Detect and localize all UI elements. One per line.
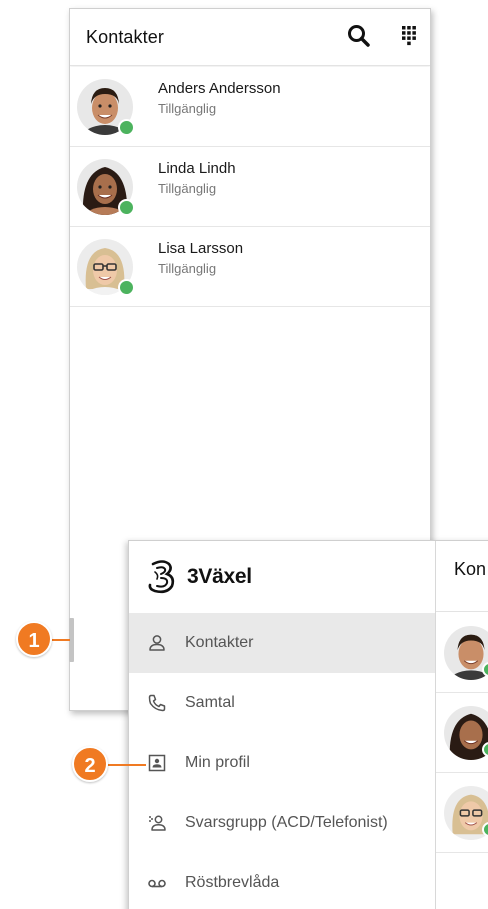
voicemail-icon [148,879,166,888]
group-icon [149,815,166,831]
menu-item-min-profil[interactable]: Min profil [129,733,435,793]
menu-item-samtal[interactable]: Samtal [129,673,435,733]
peek-title: Kon [454,559,487,579]
contact-row[interactable]: Lisa Larsson Tillgänglig [70,227,430,307]
menu-item-kontakter[interactable]: Kontakter [129,613,435,673]
person-icon [149,635,165,651]
menu-item-rostbrevlada[interactable]: Röstbrevlåda [129,853,435,909]
page-title: Kontakter [86,27,164,47]
three-logo-icon [148,560,175,594]
peek-contact-row [436,693,488,773]
presence-dot [118,279,135,296]
menu-label: Svarsgrupp (ACD/Telefonist) [185,814,388,831]
callout-1: 1 [16,621,52,657]
contact-status: Tillgänglig [158,101,217,116]
avatar [77,79,135,136]
profile-card-icon [148,754,166,772]
callout-2-line [108,764,146,766]
contact-status: Tillgänglig [158,261,217,276]
peek-contact-row [436,773,488,853]
contact-name: Lisa Larsson [158,240,244,257]
contact-row[interactable]: Anders Andersson Tillgänglig [70,67,430,147]
menu-label: Samtal [185,694,235,711]
contacts-peek[interactable]: Kon [436,541,488,909]
avatar [77,159,135,216]
callout-1-line [52,639,70,641]
navigation-drawer: 3Växel Kontakter Samtal Min profil Svars… [129,541,436,909]
drawer-screen: 3Växel Kontakter Samtal Min profil Svars… [128,540,488,909]
peek-contact-row [436,613,488,693]
callout-2: 2 [72,746,108,782]
avatar [77,239,135,296]
avatar [444,626,488,680]
avatar [444,706,488,760]
contact-name: Anders Andersson [158,80,281,97]
contact-status: Tillgänglig [158,181,217,196]
presence-dot [118,119,135,136]
menu-label: Min profil [185,754,250,771]
phone-icon [148,694,166,712]
brand-name: 3Växel [187,565,252,588]
dialpad-icon[interactable] [396,23,422,49]
contact-name: Linda Lindh [158,160,236,177]
menu-item-svarsgrupp[interactable]: Svarsgrupp (ACD/Telefonist) [129,793,435,853]
presence-dot [118,199,135,216]
peek-app-bar: Kon [436,541,488,612]
menu-label: Kontakter [185,634,254,651]
search-icon[interactable] [346,23,372,49]
menu-label: Röstbrevlåda [185,874,280,891]
contact-row[interactable]: Linda Lindh Tillgänglig [70,147,430,227]
app-bar: Kontakter [70,9,430,66]
avatar [444,786,488,840]
